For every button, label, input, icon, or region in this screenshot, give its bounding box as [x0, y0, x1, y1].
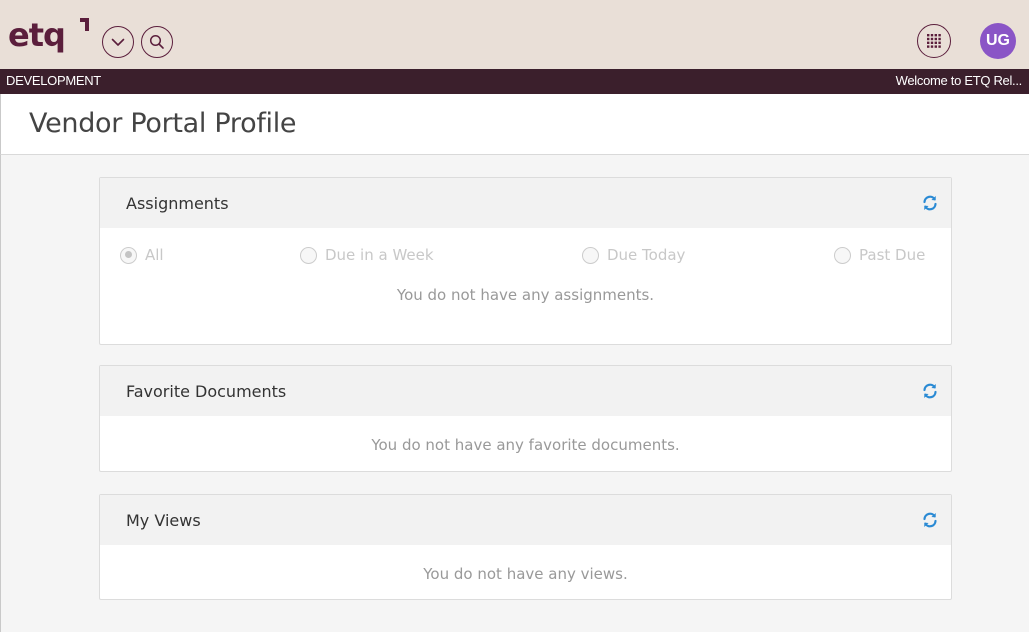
- filter-due-week-radio[interactable]: Due in a Week: [300, 246, 434, 264]
- my-views-card: My Views You do not have any views.: [99, 494, 952, 600]
- app-launcher-button[interactable]: [917, 24, 951, 58]
- filter-label: Due in a Week: [325, 246, 434, 264]
- assignments-header: Assignments: [100, 178, 951, 228]
- refresh-icon[interactable]: [921, 194, 939, 212]
- views-title: My Views: [126, 511, 201, 530]
- assignment-filters: All Due in a Week Due Today Past Due: [100, 228, 951, 288]
- top-bar: etq UG: [0, 0, 1029, 69]
- filter-label: Past Due: [859, 246, 926, 264]
- environment-label: DEVELOPMENT: [6, 73, 101, 88]
- chevron-down-icon: [111, 38, 125, 46]
- logo-tick-icon: [80, 18, 89, 31]
- radio-icon: [582, 246, 599, 264]
- main-content: Assignments All Due in a Week Due Today: [0, 155, 1029, 632]
- environment-bar: DEVELOPMENT Welcome to ETQ Rel...: [0, 69, 1029, 94]
- assignments-title: Assignments: [126, 194, 229, 213]
- radio-selected-icon: [120, 246, 137, 264]
- filter-all-radio[interactable]: All: [120, 246, 164, 264]
- filter-label: Due Today: [607, 246, 686, 264]
- search-icon: [149, 34, 164, 49]
- favorites-empty-message: You do not have any favorite documents.: [371, 436, 680, 454]
- filter-due-today-radio[interactable]: Due Today: [582, 246, 685, 264]
- app-grid-icon: [927, 34, 941, 48]
- refresh-icon[interactable]: [921, 382, 939, 400]
- views-empty-message: You do not have any views.: [423, 565, 628, 583]
- views-header: My Views: [100, 495, 951, 545]
- radio-icon: [300, 246, 317, 264]
- assignments-card: Assignments All Due in a Week Due Today: [99, 177, 952, 345]
- filter-past-due-radio[interactable]: Past Due: [834, 246, 925, 264]
- etq-logo[interactable]: etq: [8, 19, 66, 51]
- search-button[interactable]: [141, 26, 173, 58]
- page-title: Vendor Portal Profile: [29, 108, 297, 139]
- user-avatar[interactable]: UG: [980, 23, 1016, 59]
- welcome-message: Welcome to ETQ Rel...: [895, 73, 1023, 88]
- refresh-icon[interactable]: [921, 511, 939, 529]
- page-header: Vendor Portal Profile: [0, 94, 1029, 155]
- filter-label: All: [145, 246, 164, 264]
- menu-dropdown-button[interactable]: [102, 26, 134, 58]
- favorites-header: Favorite Documents: [100, 366, 951, 416]
- favorites-title: Favorite Documents: [126, 382, 287, 401]
- radio-icon: [834, 246, 851, 264]
- assignments-empty-message: You do not have any assignments.: [396, 286, 655, 304]
- favorite-documents-card: Favorite Documents You do not have any f…: [99, 365, 952, 472]
